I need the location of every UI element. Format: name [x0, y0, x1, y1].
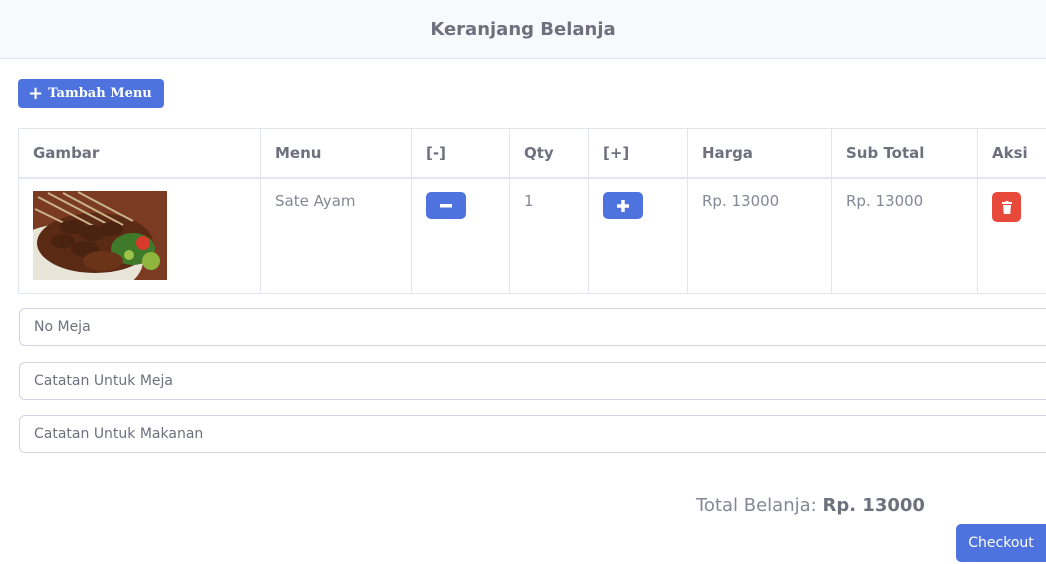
cell-qty: 1: [509, 177, 589, 294]
column-header-gambar: Gambar: [18, 128, 261, 179]
add-menu-label: Tambah Menu: [48, 86, 152, 101]
page-header: Keranjang Belanja: [0, 0, 1046, 59]
column-header-qty: Qty: [509, 128, 589, 179]
trash-icon: [1001, 200, 1012, 214]
catatan-makanan-input[interactable]: [19, 415, 1046, 453]
catatan-meja-input[interactable]: [19, 362, 1046, 400]
cart-table: Gambar Menu [-] Qty [+] Harga Sub Total …: [18, 128, 1046, 294]
total-value: Rp. 13000: [822, 495, 925, 516]
cell-menu: Sate Ayam: [260, 177, 412, 294]
decrease-qty-button[interactable]: [426, 192, 466, 219]
cell-decrease: [411, 177, 510, 294]
column-header-decrease: [-]: [411, 128, 510, 179]
plus-icon: [617, 199, 629, 212]
cell-image: [18, 177, 261, 294]
page-title: Keranjang Belanja: [430, 18, 616, 40]
column-header-increase: [+]: [588, 128, 688, 179]
checkout-button[interactable]: Checkout: [956, 524, 1046, 562]
column-header-subtotal: Sub Total: [831, 128, 978, 179]
sate-ayam-image: [33, 191, 167, 280]
plus-icon: +: [28, 82, 44, 104]
column-header-menu: Menu: [260, 128, 412, 179]
no-meja-input[interactable]: [19, 308, 1046, 346]
cell-harga: Rp. 13000: [687, 177, 832, 294]
table-row: Sate Ayam 1 Rp. 13000 Rp. 13000: [18, 177, 1046, 294]
increase-qty-button[interactable]: [603, 192, 643, 219]
add-menu-button[interactable]: + Tambah Menu: [18, 79, 164, 108]
cell-subtotal: Rp. 13000: [831, 177, 978, 294]
delete-item-button[interactable]: [992, 192, 1021, 222]
total-label: Total Belanja:: [696, 495, 817, 516]
cell-increase: [588, 177, 688, 294]
minus-icon: [440, 203, 452, 207]
column-header-aksi: Aksi: [977, 128, 1046, 179]
total-summary: Total Belanja: Rp. 13000: [696, 495, 925, 516]
table-header-row: Gambar Menu [-] Qty [+] Harga Sub Total …: [18, 128, 1046, 179]
column-header-harga: Harga: [687, 128, 832, 179]
cell-aksi: [977, 177, 1046, 294]
